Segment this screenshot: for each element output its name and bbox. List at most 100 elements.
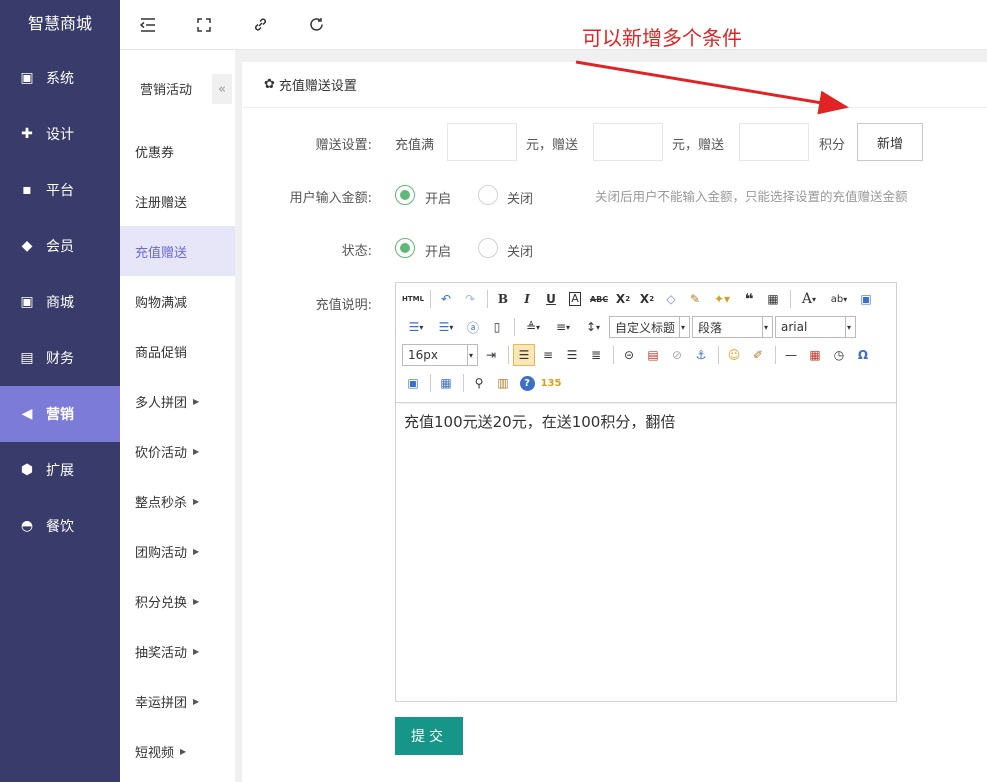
submenu-item-7[interactable]: 整点秒杀 ▶ (120, 476, 235, 526)
sidebar-item-6[interactable]: ◀ 营销 (0, 386, 120, 442)
sidebar-item-4[interactable]: ▣ 商城 (0, 274, 120, 330)
subscript-icon[interactable]: X2 (636, 288, 658, 310)
row-spacing-top-icon[interactable]: ≜ ▾ (519, 316, 547, 338)
unordered-list-icon[interactable]: ☰ ▾ (432, 316, 460, 338)
submenu-item-9[interactable]: 积分兑换 ▶ (120, 576, 235, 626)
submenu-item-1[interactable]: 注册赠送 (120, 176, 235, 226)
user-input-on-radio[interactable] (395, 185, 415, 205)
paragraph-format-select[interactable]: 段落 ▾ (692, 316, 773, 338)
sidebar-item-3[interactable]: ◆ 会员 (0, 218, 120, 274)
insert-frame-icon[interactable]: ▣ (402, 372, 424, 394)
italic-icon[interactable]: I (516, 288, 538, 310)
redo-icon[interactable]: ↷ (459, 288, 481, 310)
sidebar-item-0[interactable]: ▣ 系统 (0, 50, 120, 106)
background-color-icon[interactable]: ab ▾ (825, 288, 853, 310)
insert-link-icon[interactable]: ⊝ (618, 344, 640, 366)
special-chars-icon[interactable]: Ω (852, 344, 874, 366)
preview-icon[interactable]: ▣ (855, 288, 877, 310)
submenu-item-6[interactable]: 砍价活动 ▶ (120, 426, 235, 476)
date-icon[interactable]: ▦ (804, 344, 826, 366)
sidebar-item-1[interactable]: ✚ 设计 (0, 106, 120, 162)
paragraph-format-value: 段落 (698, 320, 723, 335)
align-right-icon[interactable]: ☰ (561, 344, 583, 366)
editor-content[interactable]: 充值100元送20元，在送100积分，翻倍 (396, 403, 896, 440)
insert-table-icon[interactable]: ▦ (435, 372, 457, 394)
submenu-item-3[interactable]: 购物满减 (120, 276, 235, 326)
insert-image-icon[interactable]: ▤ (642, 344, 664, 366)
superscript-icon[interactable]: X2 (612, 288, 634, 310)
tag-icon: ◆ (21, 238, 33, 254)
anchor-icon[interactable]: ⚓ (690, 344, 712, 366)
undo-icon[interactable]: ↶ (435, 288, 457, 310)
horizontal-rule-icon[interactable]: — (780, 344, 802, 366)
submenu-item-8[interactable]: 团购活动 ▶ (120, 526, 235, 576)
help-icon[interactable]: ? (516, 372, 538, 394)
clipboard-icon[interactable]: ▥ (492, 372, 514, 394)
unlink-icon[interactable]: ⊘ (666, 344, 688, 366)
submenu-item-0[interactable]: 优惠券 (120, 126, 235, 176)
align-justify-icon[interactable]: ≣ (585, 344, 607, 366)
editor-toolbar: HTML ↶ ↷ B I U A ABC X2 X2 ◇ ✎ ✦▾ ❝ ▦ A ▾… (396, 283, 896, 403)
submenu-item-label: 注册赠送 (135, 195, 188, 211)
annotation-text: 可以新增多个条件 (582, 26, 742, 50)
search-replace-icon[interactable]: ⚲ (468, 372, 490, 394)
align-left-icon[interactable]: ☰ (513, 344, 535, 366)
gift-amount-input[interactable] (593, 123, 663, 161)
strikethrough-icon[interactable]: ABC (588, 288, 610, 310)
bold-icon[interactable]: B (492, 288, 514, 310)
scrawl-icon[interactable]: ✐ (747, 344, 769, 366)
status-off-radio[interactable] (478, 238, 498, 258)
submenu-item-10[interactable]: 抽奖活动 ▶ (120, 626, 235, 676)
link-icon[interactable] (232, 0, 288, 50)
status-off-label: 关闭 (507, 245, 534, 260)
collapse-chevron-icon[interactable]: « (212, 74, 232, 104)
ordered-list-icon[interactable]: ☰ ▾ (402, 316, 430, 338)
menu-fold-icon[interactable] (120, 0, 176, 50)
line-height-icon[interactable]: ↕ ▾ (579, 316, 607, 338)
align-center-icon[interactable]: ≡ (537, 344, 559, 366)
add-condition-button[interactable]: 新增 (857, 123, 923, 161)
format-brush-icon[interactable]: ✎ (684, 288, 706, 310)
sidebar-item-label: 会员 (46, 239, 74, 255)
emotion-icon[interactable]: ☺ (723, 344, 745, 366)
recharge-full-text: 充值满 (395, 138, 435, 153)
heading-style-select[interactable]: 自定义标题 ▾ (609, 316, 690, 338)
new-page-icon[interactable]: ▯ (486, 316, 508, 338)
sidebar-item-7[interactable]: ⬢ 扩展 (0, 442, 120, 498)
sidebar-item-label: 商城 (46, 295, 74, 311)
status-on-radio[interactable] (395, 238, 415, 258)
html-source-icon[interactable]: HTML (402, 288, 424, 310)
paste-plain-icon[interactable]: ▦ (762, 288, 784, 310)
indent-icon[interactable]: ⇥ (480, 344, 502, 366)
font-family-select[interactable]: arial ▾ (775, 316, 856, 338)
submenu-item-label: 团购活动 (135, 545, 188, 561)
user-input-off-radio[interactable] (478, 185, 498, 205)
font-color-icon[interactable]: A ▾ (795, 288, 823, 310)
eraser-icon[interactable]: ◇ (660, 288, 682, 310)
submenu-item-4[interactable]: 商品促销 (120, 326, 235, 376)
submenu-item-2[interactable]: 充值赠送 (120, 226, 235, 276)
grid-icon: ▪ (22, 182, 32, 198)
submenu-item-12[interactable]: 短视频 ▶ (120, 726, 235, 776)
insert-code-icon[interactable]: ⓐ (462, 316, 484, 338)
submenu-item-5[interactable]: 多人拼团 ▶ (120, 376, 235, 426)
submenu-arrow-icon: ▶ (180, 746, 187, 756)
sidebar-item-5[interactable]: ▤ 财务 (0, 330, 120, 386)
auto-format-icon[interactable]: ✦▾ (708, 288, 736, 310)
gift-points-input[interactable] (739, 123, 809, 161)
underline-icon[interactable]: U (540, 288, 562, 310)
refresh-icon[interactable] (288, 0, 344, 50)
row-spacing-bottom-icon[interactable]: ≡ ▾ (549, 316, 577, 338)
fullscreen-icon[interactable] (176, 0, 232, 50)
submenu-item-11[interactable]: 幸运拼团 ▶ (120, 676, 235, 726)
recharge-amount-input[interactable] (447, 123, 517, 161)
sidebar-item-8[interactable]: ◓ 餐饮 (0, 498, 120, 554)
font-size-select[interactable]: 16px ▾ (402, 344, 478, 366)
blockquote-icon[interactable]: ❝ (738, 288, 760, 310)
submit-button[interactable]: 提交 (395, 717, 463, 755)
font-border-icon[interactable]: A (564, 288, 586, 310)
sidebar-item-2[interactable]: ▪ 平台 (0, 162, 120, 218)
submenu-arrow-icon: ▶ (193, 646, 200, 656)
time-icon[interactable]: ◷ (828, 344, 850, 366)
map-icon[interactable]: 135 (540, 372, 562, 394)
